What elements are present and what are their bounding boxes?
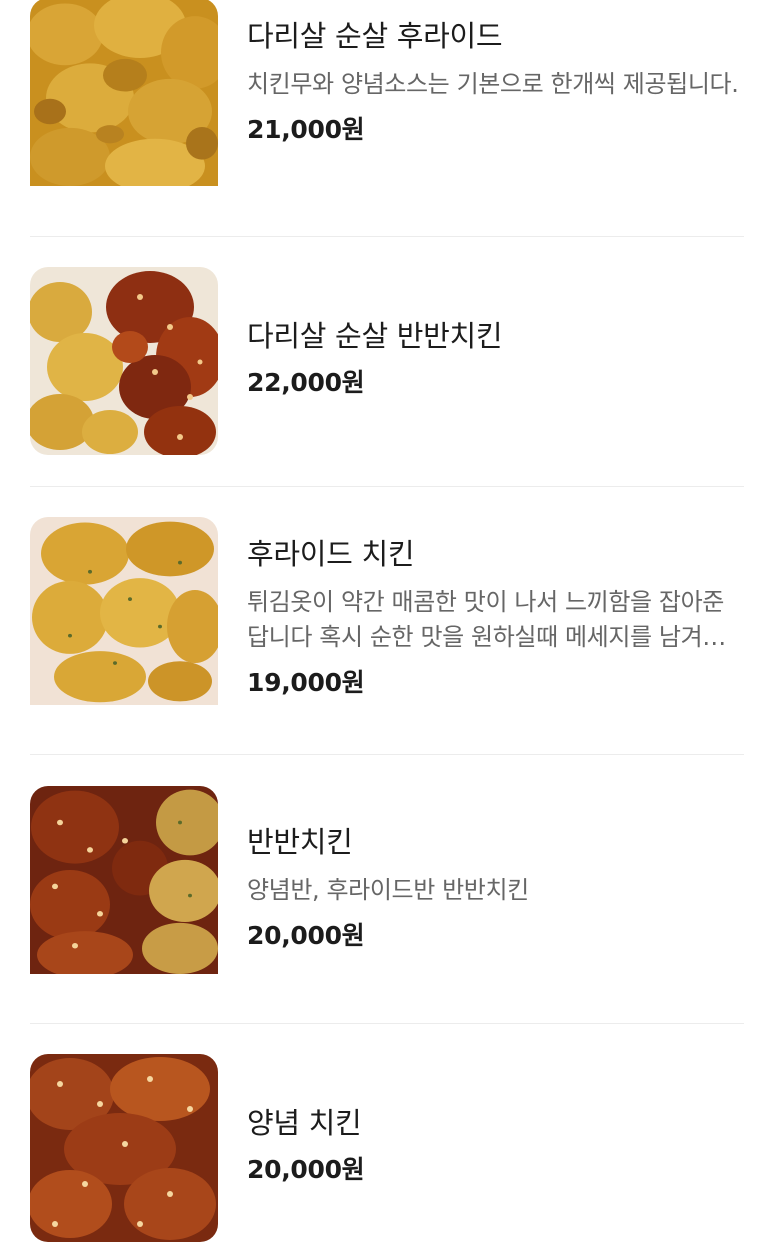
- menu-item-name: 반반치킨: [247, 825, 353, 859]
- menu-item-seasoned-chicken[interactable]: 양념 치킨 20,000원: [30, 1054, 744, 1242]
- menu-item-photo: [30, 786, 218, 992]
- menu-item-price: 20,000원: [247, 921, 365, 950]
- menu-item-name: 다리살 순살 반반치킨: [247, 319, 503, 353]
- menu-item-description: 양념반, 후라이드반 반반치킨: [247, 876, 529, 904]
- menu-item-photo: [30, 517, 218, 723]
- menu-item-info: 반반치킨 양념반, 후라이드반 반반치킨 20,000원: [247, 823, 744, 952]
- menu-item-photo: [30, 1054, 218, 1242]
- menu-item-photo: [30, 267, 218, 455]
- menu-item-name: 후라이드 치킨: [247, 537, 415, 571]
- menu-item-half-half-chicken[interactable]: 반반치킨 양념반, 후라이드반 반반치킨 20,000원: [30, 786, 744, 992]
- menu-item-info: 다리살 순살 반반치킨 22,000원: [247, 317, 744, 399]
- menu-item-name: 양념 치킨: [247, 1106, 362, 1140]
- menu-item-info: 다리살 순살 후라이드 치킨무와 양념소스는 기본으로 한개씩 제공됩니다. 2…: [247, 17, 744, 146]
- menu-item-name: 다리살 순살 후라이드: [247, 19, 503, 53]
- menu-item-fried-chicken[interactable]: 후라이드 치킨 튀김옷이 약간 매콤한 맛이 나서 느끼함을 잡아준답니다 혹시…: [30, 517, 744, 723]
- menu-item-info: 양념 치킨 20,000원: [247, 1104, 744, 1186]
- divider: [30, 754, 744, 755]
- menu-item-price: 20,000원: [247, 1155, 365, 1184]
- menu-item-photo: [30, 0, 218, 205]
- divider: [30, 1023, 744, 1024]
- menu-item-info: 후라이드 치킨 튀김옷이 약간 매콤한 맛이 나서 느끼함을 잡아준답니다 혹시…: [247, 535, 744, 699]
- menu-item-boneless-half-half[interactable]: 다리살 순살 반반치킨 22,000원: [30, 267, 744, 455]
- divider: [30, 486, 744, 487]
- menu-item-description: 치킨무와 양념소스는 기본으로 한개씩 제공됩니다.: [247, 70, 739, 98]
- menu-item-price: 19,000원: [247, 668, 365, 697]
- menu-item-price: 22,000원: [247, 368, 365, 397]
- menu-item-description: 튀김옷이 약간 매콤한 맛이 나서 느끼함을 잡아준답니다 혹시 순한 맛을 원…: [247, 588, 724, 651]
- menu-item-boneless-fried[interactable]: 다리살 순살 후라이드 치킨무와 양념소스는 기본으로 한개씩 제공됩니다. 2…: [30, 0, 744, 205]
- menu-item-price: 21,000원: [247, 115, 365, 144]
- divider: [30, 236, 744, 237]
